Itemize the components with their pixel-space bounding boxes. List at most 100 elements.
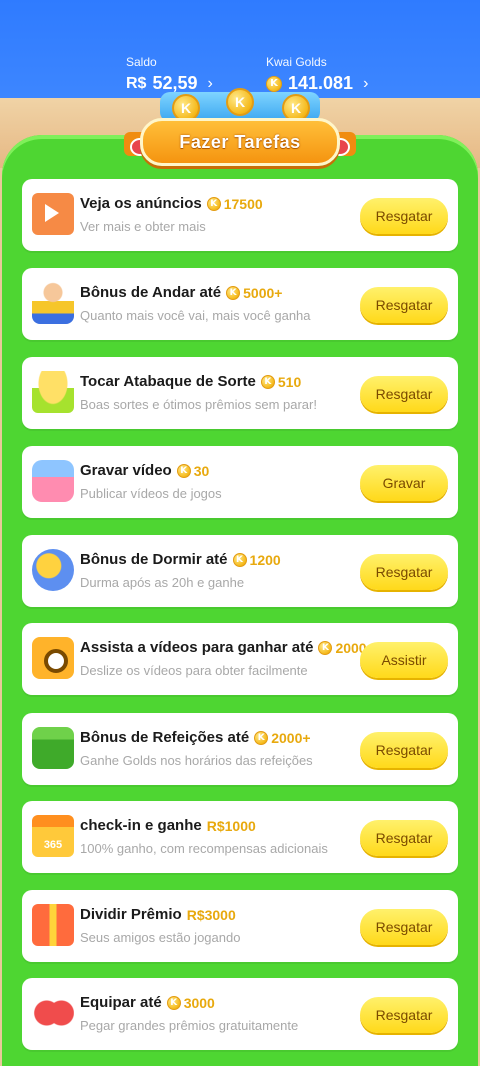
- task-reward: K 30: [176, 462, 210, 479]
- kwai-coin-icon: K: [266, 75, 282, 92]
- task-card: Tocar Atabaque de Sorte K 510 Boas sortes…: [22, 357, 458, 429]
- task-title-row: check-in e ganhe R$1000: [80, 817, 256, 834]
- kwai-coin-icon: K: [176, 463, 191, 478]
- task-subtitle: Quanto mais você vai, mais você ganha: [80, 308, 311, 323]
- golds-label: Kwai Golds: [266, 55, 327, 69]
- task-title-row: Tocar Atabaque de Sorte K 510: [80, 373, 301, 390]
- task-subtitle: Boas sortes e ótimos prêmios sem parar!: [80, 397, 317, 412]
- meal-icon: [32, 727, 74, 769]
- chevron-right-icon: ›: [207, 74, 213, 92]
- section-title: Fazer Tarefas: [179, 131, 301, 152]
- task-card: Assista a vídeos para ganhar até K 2000 D…: [22, 623, 458, 695]
- task-reward: K 3000: [166, 994, 215, 1011]
- calendar-number: 365: [43, 839, 63, 851]
- task-reward: K 510: [260, 373, 302, 390]
- task-title-row: Gravar vídeo K 30: [80, 462, 209, 479]
- task-action-button[interactable]: Assistir: [360, 642, 448, 678]
- task-reward: R$1000: [207, 818, 256, 834]
- section-title-ribbon: Fazer Tarefas: [140, 118, 340, 166]
- task-title: check-in e ganhe: [80, 817, 202, 834]
- task-reward: K 1200: [232, 551, 281, 568]
- task-action-button[interactable]: Resgatar: [360, 732, 448, 768]
- task-reward-value: 5000+: [243, 284, 283, 301]
- task-subtitle: Deslize os vídeos para obter facilmente: [80, 663, 308, 678]
- calendar-icon: 365: [32, 815, 74, 857]
- kwai-coin-icon: K: [226, 285, 241, 300]
- task-title: Bônus de Refeições até: [80, 729, 250, 746]
- chevron-right-icon: ›: [363, 74, 369, 92]
- tv-icon: [32, 193, 74, 235]
- boxing-glove-icon: [32, 992, 74, 1034]
- task-subtitle: Seus amigos estão jogando: [80, 930, 241, 945]
- balance-value: R$ 52,59 ›: [126, 73, 213, 94]
- kwai-coin-icon: K: [254, 730, 269, 745]
- task-card: Bônus de Dormir até K 1200 Durma após as …: [22, 535, 458, 607]
- task-card: Dividir Prêmio R$3000 Seus amigos estão …: [22, 890, 458, 962]
- task-card: Equipar até K 3000 Pegar grandes prêmios …: [22, 978, 458, 1050]
- task-action-button[interactable]: Resgatar: [360, 820, 448, 856]
- task-subtitle: Ver mais e obter mais: [80, 219, 206, 234]
- sleep-icon: [32, 549, 74, 591]
- task-subtitle: Durma após as 20h e ganhe: [80, 575, 245, 590]
- task-action-button[interactable]: Resgatar: [360, 198, 448, 234]
- task-title-row: Bônus de Dormir até K 1200: [80, 551, 281, 568]
- task-title: Bônus de Andar até: [80, 284, 222, 301]
- task-title-row: Dividir Prêmio R$3000: [80, 906, 236, 923]
- task-reward-value: R$3000: [186, 906, 236, 923]
- task-reward: K 2000+: [254, 729, 311, 746]
- task-reward: K 2000: [318, 640, 367, 656]
- golds-stat[interactable]: Kwai Golds K 141.081 ›: [266, 55, 368, 94]
- task-reward-value: 17500: [223, 195, 263, 212]
- task-title-row: Bônus de Refeições até K 2000+: [80, 729, 311, 746]
- task-title: Veja os anúncios: [80, 195, 202, 212]
- walking-icon: [32, 282, 74, 324]
- task-card: Bônus de Andar até K 5000+ Quanto mais vo…: [22, 268, 458, 340]
- task-reward-value: 3000: [183, 994, 215, 1011]
- task-title: Bônus de Dormir até: [80, 551, 228, 568]
- kwai-coin-icon: K: [318, 640, 333, 655]
- task-title: Assista a vídeos para ganhar até: [80, 639, 314, 656]
- video-record-icon: [32, 460, 74, 502]
- task-action-button[interactable]: Resgatar: [360, 909, 448, 945]
- currency-symbol: R$: [126, 74, 147, 92]
- task-card: Gravar vídeo K 30 Publicar vídeos de jogo…: [22, 446, 458, 518]
- task-title-row: Veja os anúncios K 17500: [80, 195, 263, 212]
- task-reward: R$3000: [187, 907, 236, 923]
- task-card: Veja os anúncios K 17500 Ver mais e obter…: [22, 179, 458, 251]
- task-title: Gravar vídeo: [80, 462, 172, 479]
- task-reward-value: 1200: [249, 551, 281, 568]
- coin-decoration-icon: K: [226, 88, 254, 116]
- task-reward-value: 2000+: [271, 729, 311, 746]
- task-card: 365 check-in e ganhe R$1000 100% ganho, …: [22, 801, 458, 873]
- kwai-coin-icon: K: [166, 995, 181, 1010]
- task-subtitle: Ganhe Golds nos horários das refeições: [80, 753, 313, 768]
- task-reward-value: R$1000: [206, 817, 256, 834]
- balance-label: Saldo: [126, 55, 157, 69]
- task-subtitle: Publicar vídeos de jogos: [80, 486, 222, 501]
- golds-value: K 141.081 ›: [266, 73, 368, 94]
- task-reward-value: 510: [277, 373, 302, 390]
- task-subtitle: 100% ganho, com recompensas adicionais: [80, 841, 328, 856]
- task-action-button[interactable]: Gravar: [360, 465, 448, 501]
- task-title-row: Bônus de Andar até K 5000+: [80, 284, 282, 301]
- task-reward-value: 30: [193, 462, 210, 479]
- top-balance-bar: Saldo R$ 52,59 › Kwai Golds K 141.081 ›: [0, 0, 480, 98]
- balance-stat[interactable]: Saldo R$ 52,59 ›: [126, 55, 213, 94]
- kwai-coin-icon: K: [232, 552, 247, 567]
- task-title: Equipar até: [80, 994, 162, 1011]
- kwai-coin-icon: K: [260, 374, 275, 389]
- camera-icon: [32, 637, 74, 679]
- task-action-button[interactable]: Resgatar: [360, 554, 448, 590]
- task-action-button[interactable]: Resgatar: [360, 287, 448, 323]
- task-action-button[interactable]: Resgatar: [360, 376, 448, 412]
- task-reward: K 17500: [206, 195, 263, 212]
- drum-icon: [32, 371, 74, 413]
- gift-icon: [32, 904, 74, 946]
- golds-amount: 141.081: [288, 73, 354, 93]
- task-card: Bônus de Refeições até K 2000+ Ganhe Gold…: [22, 713, 458, 785]
- task-title-row: Assista a vídeos para ganhar até K 2000: [80, 639, 367, 656]
- kwai-coin-icon: K: [206, 196, 221, 211]
- task-reward: K 5000+: [226, 285, 282, 301]
- task-title: Tocar Atabaque de Sorte: [80, 373, 256, 390]
- task-action-button[interactable]: Resgatar: [360, 997, 448, 1033]
